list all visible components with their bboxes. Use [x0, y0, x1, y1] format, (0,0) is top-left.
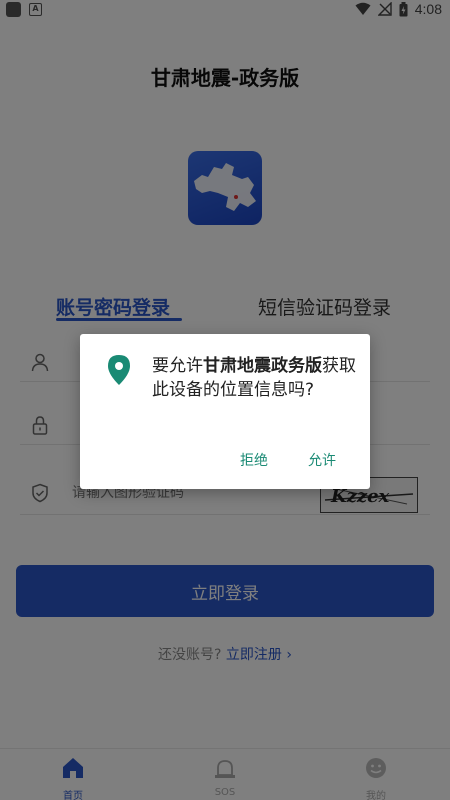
location-pin-icon	[108, 355, 130, 385]
location-permission-dialog: 要允许甘肃地震政务版获取此设备的位置信息吗? 拒绝 允许	[80, 334, 370, 489]
allow-button[interactable]: 允许	[308, 450, 336, 470]
dialog-text-before: 要允许	[152, 356, 203, 376]
dialog-app-name: 甘肃地震政务版	[203, 356, 322, 376]
deny-button[interactable]: 拒绝	[240, 450, 268, 470]
dialog-message: 要允许甘肃地震政务版获取此设备的位置信息吗?	[152, 354, 357, 402]
